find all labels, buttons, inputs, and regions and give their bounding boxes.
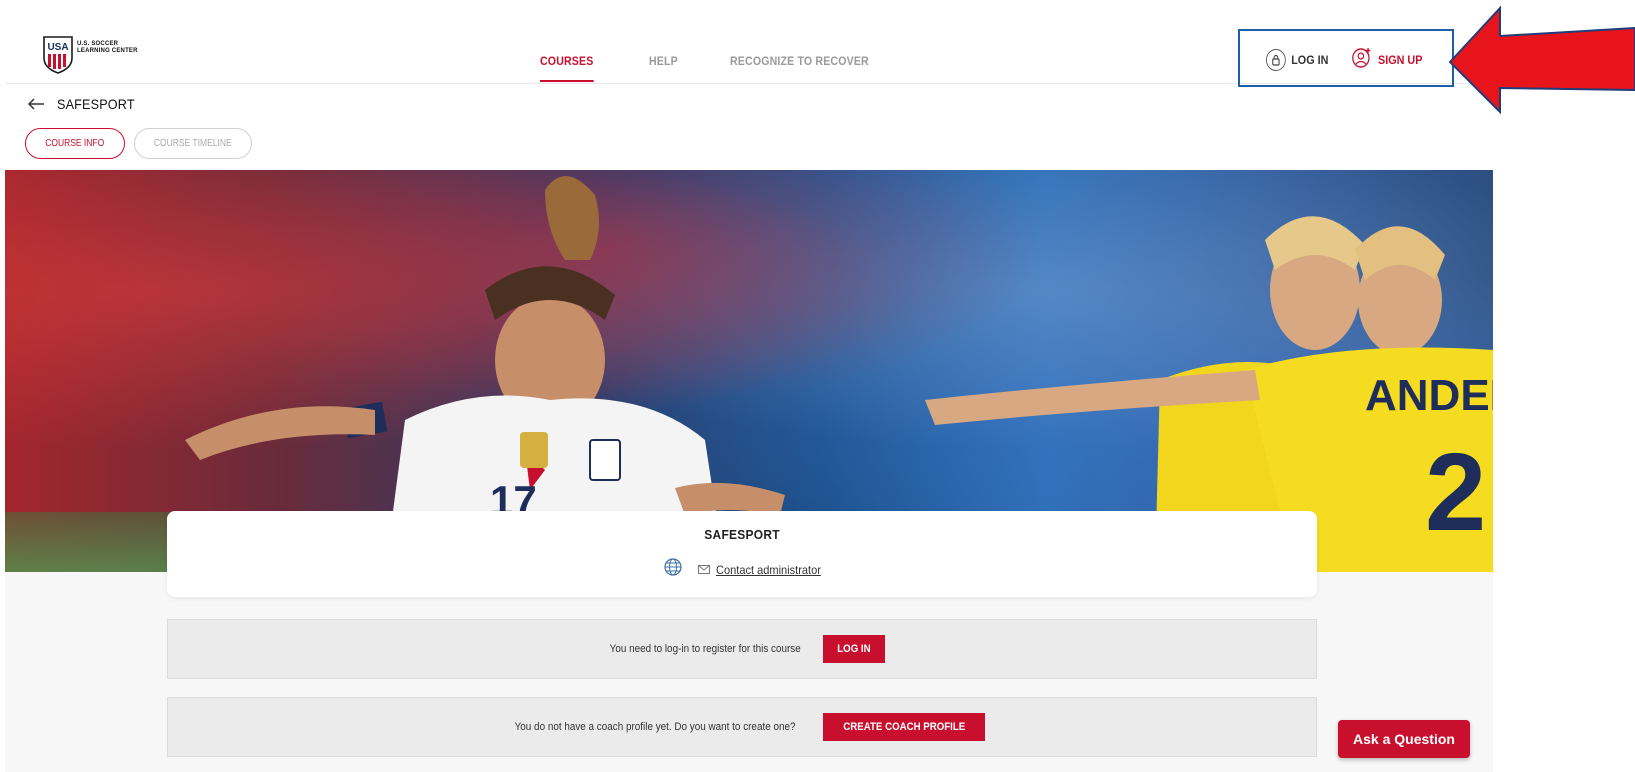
signup-link[interactable]: SIGN UP — [1351, 46, 1423, 73]
page-title: SAFESPORT — [57, 96, 135, 112]
tab-course-timeline[interactable]: COURSE TIMELINE — [134, 128, 252, 159]
svg-text:ANDERS: ANDERS — [1365, 371, 1493, 420]
login-button[interactable]: LOG IN — [823, 635, 886, 663]
lock-icon — [1266, 48, 1286, 71]
arrow-left-icon[interactable] — [27, 97, 45, 111]
svg-text:2: 2 — [1425, 431, 1486, 554]
login-label: LOG IN — [1291, 52, 1329, 67]
auth-actions: LOG IN SIGN UP — [1266, 46, 1431, 73]
ask-a-question-button[interactable]: Ask a Question — [1338, 720, 1470, 758]
globe-icon[interactable] — [664, 558, 682, 581]
logo-text: U.S. SOCCER LEARNING CENTER — [77, 41, 138, 54]
create-coach-profile-button[interactable]: CREATE COACH PROFILE — [822, 713, 986, 741]
login-required-notice: You need to log-in to register for this … — [167, 619, 1317, 679]
breadcrumb: SAFESPORT — [27, 96, 143, 112]
main-nav: COURSES HELP RECOGNIZE TO RECOVER — [540, 54, 935, 82]
course-tabs: COURSE INFO COURSE TIMELINE — [25, 128, 252, 159]
coach-profile-notice: You do not have a coach profile yet. Do … — [167, 697, 1317, 757]
course-title: SAFESPORT — [704, 527, 780, 542]
annotation-arrow-icon — [1448, 5, 1635, 114]
logo[interactable]: USA U.S. SOCCER LEARNING CENTER — [43, 36, 138, 74]
nav-recognize-to-recover[interactable]: RECOGNIZE TO RECOVER — [730, 54, 869, 82]
signup-label: SIGN UP — [1378, 52, 1423, 67]
nav-help[interactable]: HELP — [649, 54, 678, 82]
nav-courses[interactable]: COURSES — [540, 54, 594, 82]
usa-shield-icon: USA — [43, 36, 73, 74]
contact-administrator-link[interactable]: Contact administrator — [698, 563, 830, 577]
course-links: Contact administrator — [664, 558, 830, 581]
coach-profile-text: You do not have a coach profile yet. Do … — [514, 721, 796, 733]
user-add-icon — [1351, 46, 1373, 73]
svg-text:USA: USA — [47, 42, 68, 53]
login-required-text: You need to log-in to register for this … — [609, 643, 801, 655]
course-summary-card: SAFESPORT Contact administrator — [167, 511, 1317, 597]
mail-icon — [698, 563, 710, 577]
login-link[interactable]: LOG IN — [1266, 48, 1329, 71]
tab-course-info[interactable]: COURSE INFO — [25, 128, 125, 159]
